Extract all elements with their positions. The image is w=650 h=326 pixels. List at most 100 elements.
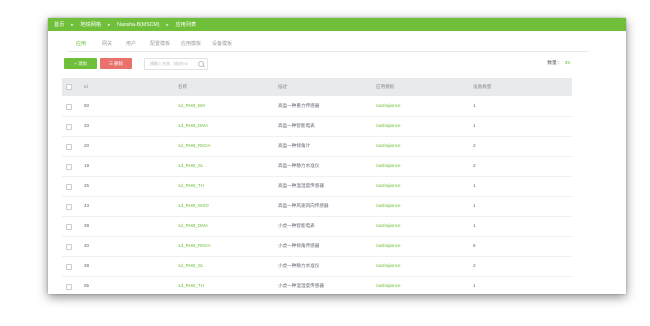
chevron-right-icon: ► [107, 22, 112, 27]
row-checkbox[interactable] [66, 224, 72, 230]
cell-description: 小虎一种智能电表 [278, 223, 315, 228]
cell-template-link[interactable]: nashajiance [376, 216, 401, 236]
cell-description: 高盈一种风速风向传感器 [278, 203, 329, 208]
tab-device-templates[interactable]: 设备模板 [212, 40, 232, 47]
cell-name-link[interactable]: 1d_RHB_TH [178, 176, 204, 196]
cell-device-count: 1 [473, 183, 476, 188]
cell-id: 33 [84, 123, 90, 128]
select-all-checkbox[interactable] [66, 84, 72, 90]
tab-users[interactable]: 用户 [126, 40, 136, 47]
search-icon[interactable] [198, 61, 204, 67]
tab-divider [68, 51, 588, 52]
tab-apps[interactable]: 应用 [71, 40, 91, 52]
breadcrumb-site[interactable]: Nansha-B(MSCM) [117, 22, 159, 28]
add-button[interactable]: + 添加 [64, 58, 97, 69]
row-checkbox[interactable] [66, 264, 72, 270]
table-row[interactable]: 38 1d_RHB_SL 小虎一种静力水准仪 nashajiance 2 [62, 256, 572, 277]
table-row[interactable]: 60 1d_RHB_BM 高盈一种重力传感器 nashajiance 1 [62, 96, 572, 117]
cell-id: 39 [84, 223, 90, 228]
cell-description: 高盈一种重力传感器 [278, 103, 320, 108]
cell-name-link[interactable]: 1d_RHB_DMA [178, 116, 208, 136]
column-header-description[interactable]: 描述 [278, 78, 287, 96]
tab-config-templates[interactable]: 配置模板 [150, 40, 170, 47]
tab-gateways[interactable]: 网关 [102, 40, 112, 47]
cell-device-count: 1 [473, 223, 476, 228]
cell-device-count: 1 [473, 103, 476, 108]
column-header-name[interactable]: 名称 [178, 78, 187, 96]
table-row[interactable]: 20 1d_RHB_RKDA 高盈一种倾角计 nashajiance 2 [62, 136, 572, 157]
table-row[interactable]: 55 1d_RHB_TH 小虎一种温湿度传感器 nashajiance 1 [62, 276, 572, 294]
cell-id: 55 [84, 283, 90, 288]
cell-id: 40 [84, 243, 90, 248]
cell-id: 19 [84, 163, 90, 168]
top-bar: 首页 ► 地铁网格 ► Nansha-B(MSCM) ► 应用列表 [48, 18, 626, 31]
delete-button[interactable]: ☰ 删除 [100, 58, 132, 69]
row-checkbox[interactable] [66, 104, 72, 110]
cell-name-link[interactable]: 1d_RHB_SL [178, 156, 204, 176]
table-header: Id 名称 描述 应用模板 设备数量 [62, 78, 572, 96]
table-row[interactable]: 33 1d_RHB_DMA 高盈一种智能电表 nashajiance 1 [62, 116, 572, 137]
breadcrumb: 首页 ► 地铁网格 ► Nansha-B(MSCM) ► 应用列表 [54, 18, 196, 32]
cell-id: 38 [84, 263, 90, 268]
row-checkbox[interactable] [66, 164, 72, 170]
count-value: 35 [564, 61, 570, 66]
app-window: 首页 ► 地铁网格 ► Nansha-B(MSCM) ► 应用列表 应用 网关 用户 配置模… [48, 18, 626, 294]
row-checkbox[interactable] [66, 204, 72, 210]
cell-name-link[interactable]: 1d_RHB_DMA [178, 216, 208, 236]
cell-name-link[interactable]: 1d_RHB_RKDA [178, 136, 211, 156]
cell-device-count: 1 [473, 283, 476, 288]
tab-app-templates[interactable]: 应用模板 [181, 40, 201, 47]
row-checkbox[interactable] [66, 184, 72, 190]
row-checkbox[interactable] [66, 284, 72, 290]
search-placeholder: 模糊入名称、描述EN [150, 61, 188, 66]
table-row[interactable]: 39 1d_RHB_DMA 小虎一种智能电表 nashajiance 1 [62, 216, 572, 237]
table-row[interactable]: 40 1d_RHB_RKDA 小虎一种倾角传感器 nashajiance 5 [62, 236, 572, 257]
cell-template-link[interactable]: nashajiance [376, 256, 401, 276]
cell-template-link[interactable]: nashajiance [376, 176, 401, 196]
table-row[interactable]: 19 1d_RHB_SL 高盈一种静力水准仪 nashajiance 2 [62, 156, 572, 177]
cell-id: 43 [84, 203, 90, 208]
record-count: 数量： 35 [547, 59, 570, 66]
cell-template-link[interactable]: nashajiance [376, 156, 401, 176]
column-header-id[interactable]: Id [84, 78, 88, 96]
chevron-right-icon: ► [70, 22, 75, 27]
cell-description: 小虎一种倾角传感器 [278, 243, 320, 248]
row-checkbox[interactable] [66, 144, 72, 150]
cell-device-count: 5 [473, 243, 476, 248]
search-input[interactable]: 模糊入名称、描述EN [144, 58, 208, 70]
cell-template-link[interactable]: nashajiance [376, 116, 401, 136]
cell-id: 25 [84, 183, 90, 188]
cell-name-link[interactable]: 1d_RHB_BM [178, 96, 205, 116]
table-row[interactable]: 25 1d_RHB_TH 高盈一种温湿度传感器 nashajiance 1 [62, 176, 572, 197]
breadcrumb-metro-grid[interactable]: 地铁网格 [80, 22, 101, 28]
cell-id: 60 [84, 103, 90, 108]
cell-template-link[interactable]: nashajiance [376, 196, 401, 216]
row-checkbox[interactable] [66, 124, 72, 130]
breadcrumb-home[interactable]: 首页 [54, 22, 64, 28]
cell-name-link[interactable]: 1d_RHB_WSD [178, 196, 209, 216]
cell-description: 高盈一种静力水准仪 [278, 163, 320, 168]
cell-device-count: 2 [473, 163, 476, 168]
cell-template-link[interactable]: nashajiance [376, 276, 401, 294]
cell-device-count: 2 [473, 143, 476, 148]
column-header-device-count[interactable]: 设备数量 [473, 78, 491, 96]
column-header-app-template[interactable]: 应用模板 [376, 78, 394, 96]
cell-name-link[interactable]: 1d_RHB_RKDA [178, 236, 211, 256]
chevron-right-icon: ► [165, 22, 170, 27]
cell-description: 高盈一种智能电表 [278, 123, 315, 128]
cell-template-link[interactable]: nashajiance [376, 136, 401, 156]
cell-device-count: 2 [473, 263, 476, 268]
cell-id: 20 [84, 143, 90, 148]
cell-name-link[interactable]: 1d_RHB_TH [178, 276, 204, 294]
cell-device-count: 1 [473, 123, 476, 128]
cell-description: 高盈一种温湿度传感器 [278, 183, 324, 188]
table-row[interactable]: 43 1d_RHB_WSD 高盈一种风速风向传感器 nashajiance 1 [62, 196, 572, 217]
cell-description: 小虎一种温湿度传感器 [278, 283, 324, 288]
cell-name-link[interactable]: 1d_RHB_SL [178, 256, 204, 276]
cell-description: 小虎一种静力水准仪 [278, 263, 320, 268]
row-checkbox[interactable] [66, 244, 72, 250]
breadcrumb-current: 应用列表 [175, 22, 197, 28]
count-label: 数量： [547, 61, 562, 66]
cell-template-link[interactable]: nashajiance [376, 96, 401, 116]
cell-template-link[interactable]: nashajiance [376, 236, 401, 256]
